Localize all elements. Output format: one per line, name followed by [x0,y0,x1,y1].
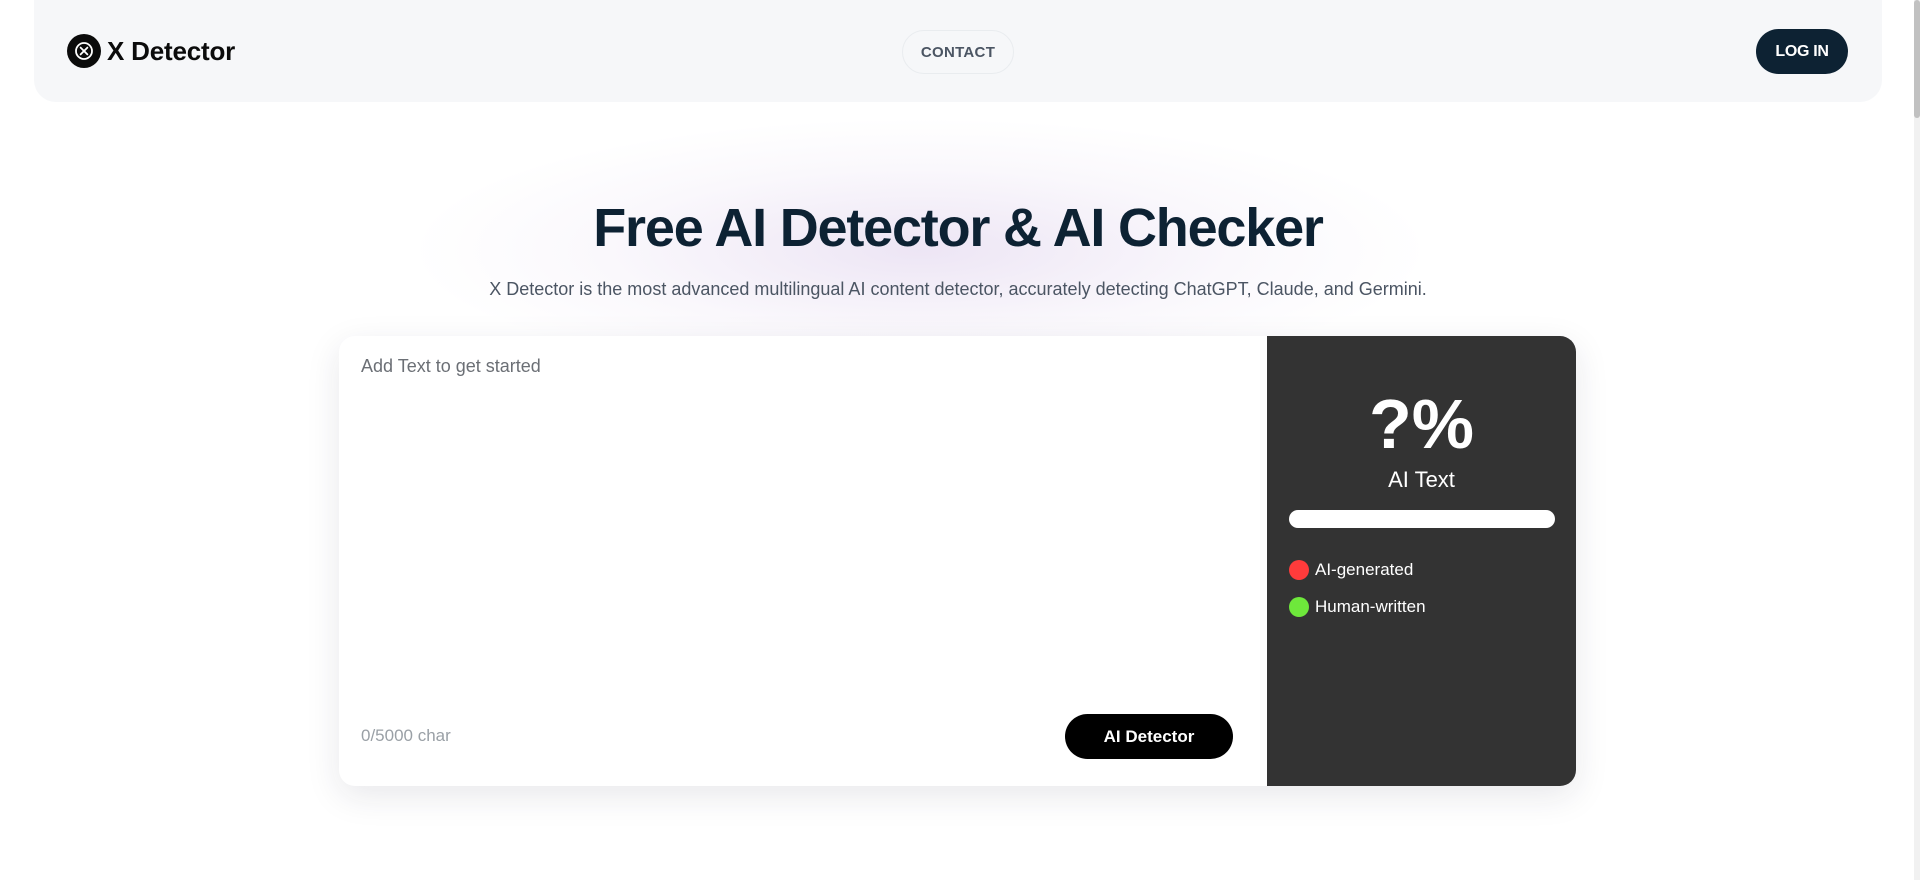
text-editor-area: 0/5000 char AI Detector [339,336,1267,786]
ai-score: ?% [1369,385,1474,463]
login-button[interactable]: LOG IN [1756,29,1848,74]
page-title: Free AI Detector & AI Checker [593,198,1324,258]
char-counter: 0/5000 char [361,726,451,745]
result-panel: ?% AI Text AI-generated Human-written [1267,336,1576,786]
ai-detector-button[interactable]: AI Detector [1065,714,1233,759]
ai-progress-bar [1289,510,1555,528]
ai-score-label: AI Text [1388,467,1455,492]
text-input[interactable] [361,356,1241,696]
x-circle-icon [67,34,101,68]
legend-ai-generated: AI-generated [1289,560,1413,580]
legend-ai-label: AI-generated [1315,560,1414,579]
ai-dot-icon [1289,560,1309,580]
legend-human-written: Human-written [1289,597,1426,617]
logo-text: X Detector [107,35,236,66]
human-dot-icon [1289,597,1309,617]
page-scrollbar[interactable] [1914,0,1920,880]
detector-card: 0/5000 char AI Detector ?% AI Text AI-ge… [339,336,1576,786]
page-subtitle: X Detector is the most advanced multilin… [489,279,1427,299]
nav-contact-link[interactable]: CONTACT [902,30,1014,74]
logo[interactable]: X Detector [67,34,235,68]
site-header: X Detector CONTACT LOG IN [34,0,1882,102]
legend-human-label: Human-written [1315,597,1426,616]
scrollbar-thumb[interactable] [1914,0,1920,118]
